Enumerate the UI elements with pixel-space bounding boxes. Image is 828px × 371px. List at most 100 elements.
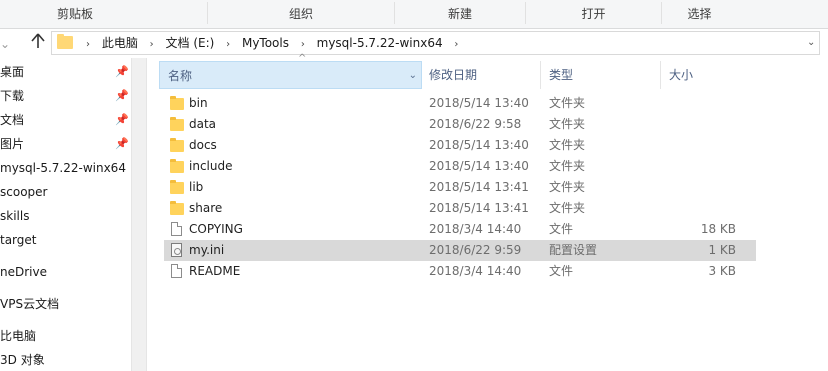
sidebar-item-label: target <box>0 233 37 247</box>
file-name: bin <box>189 96 208 110</box>
file-type: 文件 <box>549 264 574 278</box>
file-size: 1 KB <box>708 243 736 257</box>
column-header-label: 类型 <box>549 68 574 82</box>
sidebar-item-label: 3D 对象 <box>0 353 45 367</box>
file-type: 文件 <box>549 222 574 236</box>
sidebar-item-skills[interactable]: skills <box>0 205 131 227</box>
ribbon-group-clipboard[interactable]: 剪贴板 <box>0 0 150 28</box>
list-item[interactable]: README 2018/3/4 14:40 文件 3 KB <box>164 261 756 282</box>
file-name: data <box>189 117 217 131</box>
sidebar-item-label: 图片 <box>0 137 25 151</box>
pin-icon: 📌 <box>115 65 129 78</box>
sidebar-item-3d-objects[interactable]: 3D 对象 <box>0 349 131 371</box>
sidebar-item-label: VPS云文档 <box>0 297 60 311</box>
column-header-label: 修改日期 <box>429 68 478 82</box>
file-size <box>669 114 736 135</box>
navigation-pane-scrollbar[interactable] <box>131 58 147 371</box>
sidebar-item-label: scooper <box>0 185 48 199</box>
file-modified: 2018/6/22 9:59 <box>429 243 522 257</box>
file-modified: 2018/5/14 13:41 <box>429 201 529 215</box>
file-name: share <box>189 201 223 215</box>
sidebar-item-wps-cloud[interactable]: VPS云文档 <box>0 293 131 315</box>
address-bar[interactable]: › 此电脑 › 文档 (E:) › MyTools › mysql-5.7.22… <box>51 31 820 55</box>
ribbon-group-new[interactable]: 新建 <box>395 0 525 28</box>
file-size <box>669 93 736 114</box>
file-name: docs <box>189 138 217 152</box>
sidebar-item-downloads[interactable]: 下载 📌 <box>0 85 131 107</box>
sidebar-item-label: 下载 <box>0 89 25 103</box>
list-item[interactable]: lib 2018/5/14 13:41 文件夹 <box>164 177 756 198</box>
sidebar-item-onedrive[interactable]: neDrive <box>0 261 131 283</box>
breadcrumb-this-pc[interactable]: 此电脑 <box>102 36 138 50</box>
breadcrumb-mytools[interactable]: MyTools <box>242 36 289 50</box>
address-dropdown-icon[interactable]: ⌄ <box>807 32 817 54</box>
ribbon-group-organize[interactable]: 组织 <box>208 0 394 28</box>
list-item[interactable]: share 2018/5/14 13:41 文件夹 <box>164 198 756 219</box>
breadcrumb-chevron-icon[interactable]: › <box>301 39 305 50</box>
sidebar-item-label: mysql-5.7.22-winx64 <box>0 161 126 175</box>
sidebar-item-label: 文档 <box>0 113 25 127</box>
breadcrumb-chevron-icon[interactable]: › <box>150 39 154 50</box>
column-header-size[interactable]: 大小 <box>661 61 741 89</box>
list-item[interactable]: COPYING 2018/3/4 14:40 文件 18 KB <box>164 219 756 240</box>
sidebar-item-scooper[interactable]: scooper <box>0 181 131 203</box>
file-modified: 2018/5/14 13:40 <box>429 159 529 173</box>
list-item[interactable]: docs 2018/5/14 13:40 文件夹 <box>164 135 756 156</box>
file-modified: 2018/3/4 14:40 <box>429 222 522 236</box>
column-dropdown-icon[interactable]: ⌄ <box>409 62 417 90</box>
file-type: 文件夹 <box>549 201 586 215</box>
file-size: 18 KB <box>700 222 736 236</box>
pin-icon: 📌 <box>115 137 129 150</box>
file-type: 文件夹 <box>549 138 586 152</box>
column-header-modified[interactable]: 修改日期 <box>421 61 541 89</box>
sidebar-item-desktop[interactable]: 桌面 📌 <box>0 61 131 83</box>
ribbon-group-select[interactable]: 选择 <box>662 0 737 28</box>
folder-icon <box>170 117 184 131</box>
folder-icon <box>170 138 184 152</box>
pin-icon: 📌 <box>115 89 129 102</box>
folder-icon <box>170 201 184 215</box>
sidebar-item-label: 桌面 <box>0 65 25 79</box>
sidebar-item-label: 比电脑 <box>0 329 37 343</box>
folder-icon <box>170 96 184 110</box>
list-item[interactable]: include 2018/5/14 13:40 文件夹 <box>164 156 756 177</box>
sidebar-item-label: skills <box>0 209 30 223</box>
sidebar-item-documents[interactable]: 文档 📌 <box>0 109 131 131</box>
list-item-selected[interactable]: my.ini 2018/6/22 9:59 配置设置 1 KB <box>164 240 756 261</box>
sidebar-item-label: neDrive <box>0 265 47 279</box>
file-modified: 2018/3/4 14:40 <box>429 264 522 278</box>
breadcrumb-documents-drive[interactable]: 文档 (E:) <box>166 36 215 50</box>
breadcrumb-chevron-icon[interactable]: › <box>454 39 458 50</box>
sidebar-item-pictures[interactable]: 图片 📌 <box>0 133 131 155</box>
list-item[interactable]: data 2018/6/22 9:58 文件夹 <box>164 114 756 135</box>
file-name: README <box>189 264 241 278</box>
file-type: 配置设置 <box>549 243 598 257</box>
up-arrow-icon[interactable] <box>28 33 48 55</box>
file-icon <box>171 264 182 278</box>
file-size <box>669 135 736 156</box>
breadcrumb-mysql-folder[interactable]: mysql-5.7.22-winx64 <box>317 36 443 50</box>
file-type: 文件夹 <box>549 96 586 110</box>
recent-locations-chevron-icon[interactable]: ⌄ <box>0 34 10 54</box>
breadcrumb-chevron-icon[interactable]: › <box>86 39 90 50</box>
sidebar-item-this-pc[interactable]: 比电脑 <box>0 325 131 347</box>
file-modified: 2018/5/14 13:40 <box>429 96 529 110</box>
folder-icon <box>57 34 73 49</box>
file-size: 3 KB <box>708 264 736 278</box>
list-item[interactable]: bin 2018/5/14 13:40 文件夹 <box>164 93 756 114</box>
column-header-name[interactable]: 名称 ^ ⌄ <box>159 54 422 90</box>
file-type: 文件夹 <box>549 159 586 173</box>
breadcrumb-chevron-icon[interactable]: › <box>226 39 230 50</box>
sidebar-item-target[interactable]: target <box>0 229 131 251</box>
ribbon-group-open[interactable]: 打开 <box>526 0 661 28</box>
folder-icon <box>170 159 184 173</box>
file-size <box>669 177 736 198</box>
sidebar-item-mysql[interactable]: mysql-5.7.22-winx64 <box>0 157 131 179</box>
pin-icon: 📌 <box>115 113 129 126</box>
file-list: 名称 ^ ⌄ 修改日期 类型 大小 bin 2018/5/14 13:40 文件… <box>150 54 828 371</box>
file-size <box>669 156 736 177</box>
column-header-type[interactable]: 类型 <box>541 61 661 89</box>
config-file-icon <box>171 243 182 257</box>
column-header-label: 大小 <box>669 68 694 82</box>
file-size <box>669 198 736 219</box>
